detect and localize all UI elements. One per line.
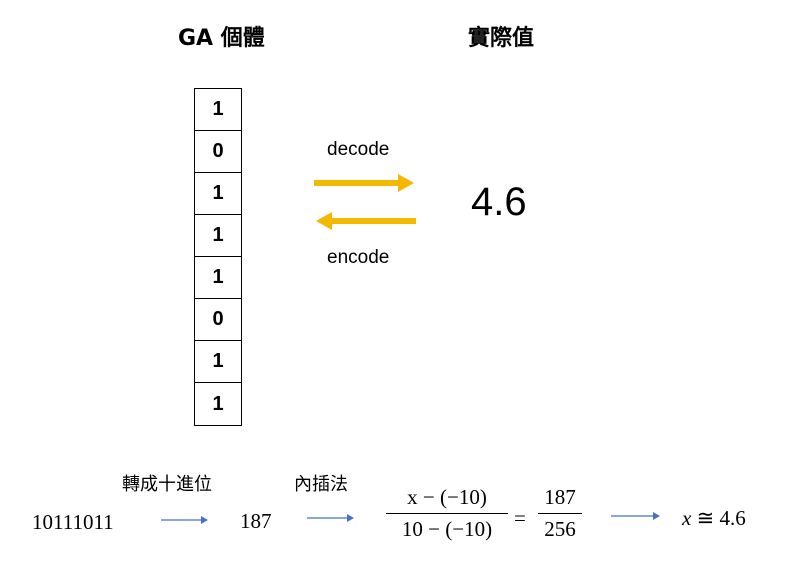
bit-cell: 1	[212, 392, 224, 415]
lhs-numerator: x − (−10)	[407, 485, 487, 509]
fraction-bar	[386, 513, 508, 514]
lhs-fraction: x − (−10) 10 − (−10)	[386, 485, 508, 542]
real-value: 4.6	[471, 180, 527, 224]
arrow-right-icon	[611, 512, 660, 520]
real-value-heading: 實際值	[468, 26, 535, 51]
to-decimal-label: 轉成十進位	[122, 474, 212, 495]
result-expression: x ≅ 4.6	[682, 506, 746, 531]
lhs-denominator: 10 − (−10)	[401, 517, 493, 541]
bit-cell: 0	[195, 299, 241, 341]
bit-cell: 1	[195, 341, 241, 383]
result-value: 4.6	[719, 506, 746, 530]
decode-label: decode	[327, 139, 390, 160]
equals-sign: =	[514, 506, 526, 530]
chromosome-bit-column: 1 0 1 1 1 0 1 1	[194, 88, 242, 426]
ga-individual-heading: GA 個體	[178, 26, 265, 51]
decode-arrow-icon	[314, 174, 414, 192]
arrow-right-icon	[307, 514, 354, 522]
bit-cell: 1	[195, 89, 241, 131]
encode-arrow-icon	[316, 212, 416, 230]
bit-cell: 1	[195, 215, 241, 257]
rhs-numerator: 187	[544, 485, 576, 509]
interpolation-label: 內插法	[294, 474, 348, 495]
rhs-fraction: 187 256	[538, 485, 582, 542]
arrow-right-icon	[161, 516, 208, 524]
encode-label: encode	[327, 247, 390, 268]
bit-cell: 0	[195, 131, 241, 173]
rhs-denominator: 256	[544, 517, 576, 541]
binary-string: 10111011	[32, 510, 114, 534]
fraction-bar	[538, 513, 582, 514]
result-variable: x	[682, 506, 692, 530]
bit-cell: 1	[195, 257, 241, 299]
bit-cell: 1	[195, 173, 241, 215]
decimal-value: 187	[240, 509, 272, 533]
approx-sign: ≅	[696, 506, 715, 530]
